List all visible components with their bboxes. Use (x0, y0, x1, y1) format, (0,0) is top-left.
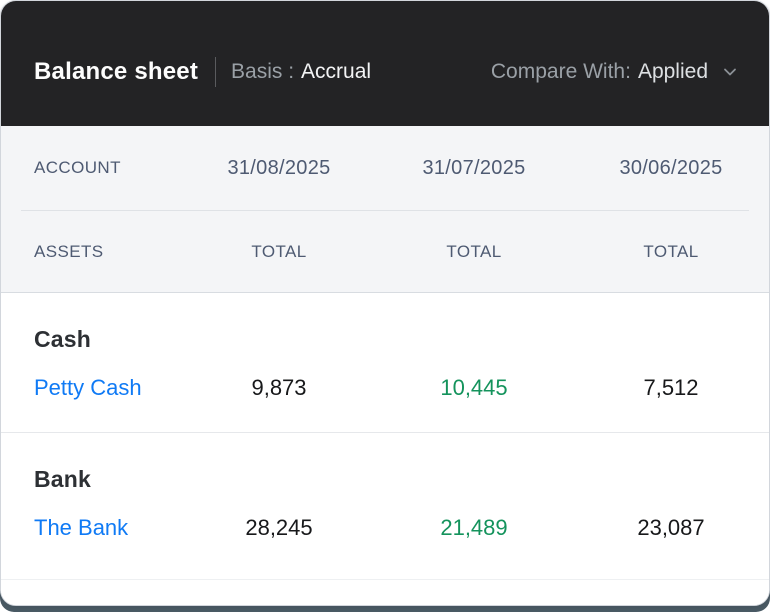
account-link-the-bank[interactable]: The Bank (34, 515, 128, 540)
basis-value: Accrual (301, 60, 371, 84)
column-header-total-1: TOTAL (181, 242, 377, 262)
group-header-assets: ASSETS (1, 242, 181, 262)
date-header-row: ACCOUNT 31/08/2025 31/07/2025 30/06/2025 (1, 126, 769, 210)
basis-indicator: Basis : Accrual (231, 60, 371, 84)
table-header: ACCOUNT 31/08/2025 31/07/2025 30/06/2025… (1, 126, 769, 293)
footer-strip (1, 580, 769, 605)
balance-sheet-card: Balance sheet Basis : Accrual Compare Wi… (0, 0, 770, 606)
value-cell: 21,489 (377, 514, 571, 541)
compare-with-label: Compare With: (491, 60, 631, 84)
column-header-date-3: 30/06/2025 (571, 157, 770, 180)
basis-label: Basis : (231, 60, 294, 84)
value-cell: 28,245 (181, 514, 377, 541)
column-header-date-1: 31/08/2025 (181, 157, 377, 180)
compare-with-value: Applied (638, 60, 708, 84)
totals-header-row: ASSETS TOTAL TOTAL TOTAL (1, 211, 769, 292)
column-header-account: ACCOUNT (1, 158, 181, 178)
value-cell: 7,512 (571, 374, 770, 401)
balance-sheet-widget: Balance sheet Basis : Accrual Compare Wi… (0, 0, 770, 612)
value-cell: 23,087 (571, 514, 770, 541)
value-cell: 9,873 (181, 374, 377, 401)
section-bank: Bank The Bank 28,245 21,489 23,087 (1, 433, 769, 579)
table-row: Petty Cash 9,873 10,445 7,512 (1, 374, 769, 401)
section-title-bank: Bank (1, 466, 769, 493)
column-header-date-2: 31/07/2025 (377, 157, 571, 180)
section-title-cash: Cash (1, 326, 769, 353)
account-link-petty-cash[interactable]: Petty Cash (34, 375, 142, 400)
compare-with-dropdown[interactable]: Compare With: Applied (491, 60, 739, 84)
report-header: Balance sheet Basis : Accrual Compare Wi… (1, 1, 769, 126)
value-cell: 10,445 (377, 374, 571, 401)
column-header-total-3: TOTAL (571, 242, 770, 262)
table-body: Cash Petty Cash 9,873 10,445 7,512 Bank … (1, 293, 769, 605)
table-row: The Bank 28,245 21,489 23,087 (1, 514, 769, 541)
page-title: Balance sheet (34, 58, 198, 86)
section-cash: Cash Petty Cash 9,873 10,445 7,512 (1, 293, 769, 432)
chevron-down-icon (721, 63, 739, 81)
header-divider (215, 57, 216, 87)
column-header-total-2: TOTAL (377, 242, 571, 262)
